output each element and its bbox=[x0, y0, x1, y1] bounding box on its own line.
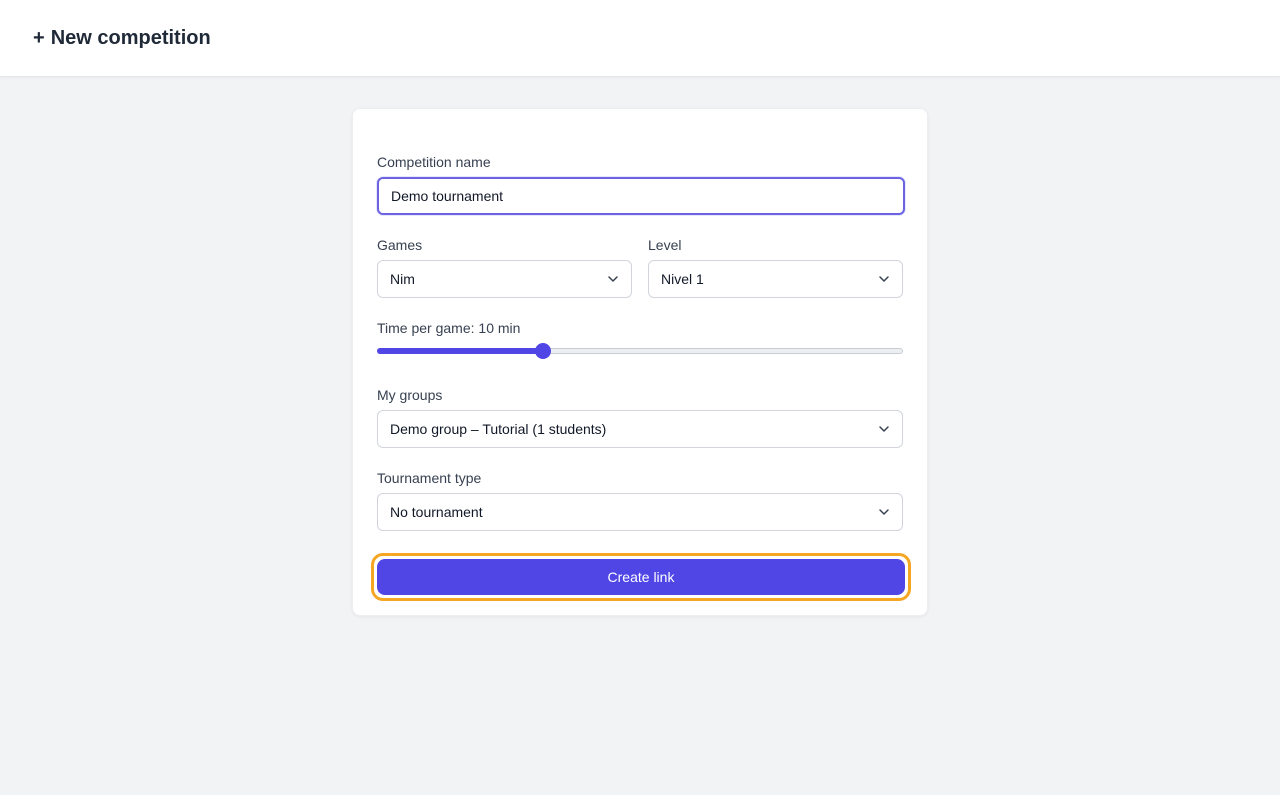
competition-form-card: Competition name Games Nim Level Nivel 1… bbox=[352, 108, 928, 616]
time-per-game-label: Time per game: 10 min bbox=[377, 320, 521, 336]
chevron-down-icon bbox=[879, 426, 889, 432]
top-bar: + New competition bbox=[0, 0, 1280, 77]
slider-fill bbox=[377, 348, 543, 354]
page-title: + New competition bbox=[33, 27, 211, 50]
page-title-text: New competition bbox=[50, 26, 211, 49]
level-select-value: Nivel 1 bbox=[661, 271, 704, 287]
competition-name-label: Competition name bbox=[377, 154, 491, 170]
my-groups-select-value: Demo group – Tutorial (1 students) bbox=[390, 421, 607, 437]
chevron-down-icon bbox=[608, 276, 618, 282]
time-per-game-slider[interactable] bbox=[377, 343, 903, 359]
create-link-focus-ring: Create link bbox=[371, 553, 911, 601]
games-select-value: Nim bbox=[390, 271, 415, 287]
chevron-down-icon bbox=[879, 276, 889, 282]
create-link-button[interactable]: Create link bbox=[377, 559, 905, 595]
tournament-type-label: Tournament type bbox=[377, 470, 482, 486]
tournament-type-select-value: No tournament bbox=[390, 504, 483, 520]
tournament-type-select[interactable]: No tournament bbox=[377, 493, 903, 531]
chevron-down-icon bbox=[879, 509, 889, 515]
plus-icon: + bbox=[33, 26, 45, 49]
my-groups-select[interactable]: Demo group – Tutorial (1 students) bbox=[377, 410, 903, 448]
games-select[interactable]: Nim bbox=[377, 260, 632, 298]
my-groups-label: My groups bbox=[377, 387, 443, 403]
competition-name-input[interactable] bbox=[377, 177, 905, 215]
level-select[interactable]: Nivel 1 bbox=[648, 260, 903, 298]
slider-thumb[interactable] bbox=[534, 343, 551, 359]
games-label: Games bbox=[377, 237, 423, 253]
level-label: Level bbox=[648, 237, 682, 253]
